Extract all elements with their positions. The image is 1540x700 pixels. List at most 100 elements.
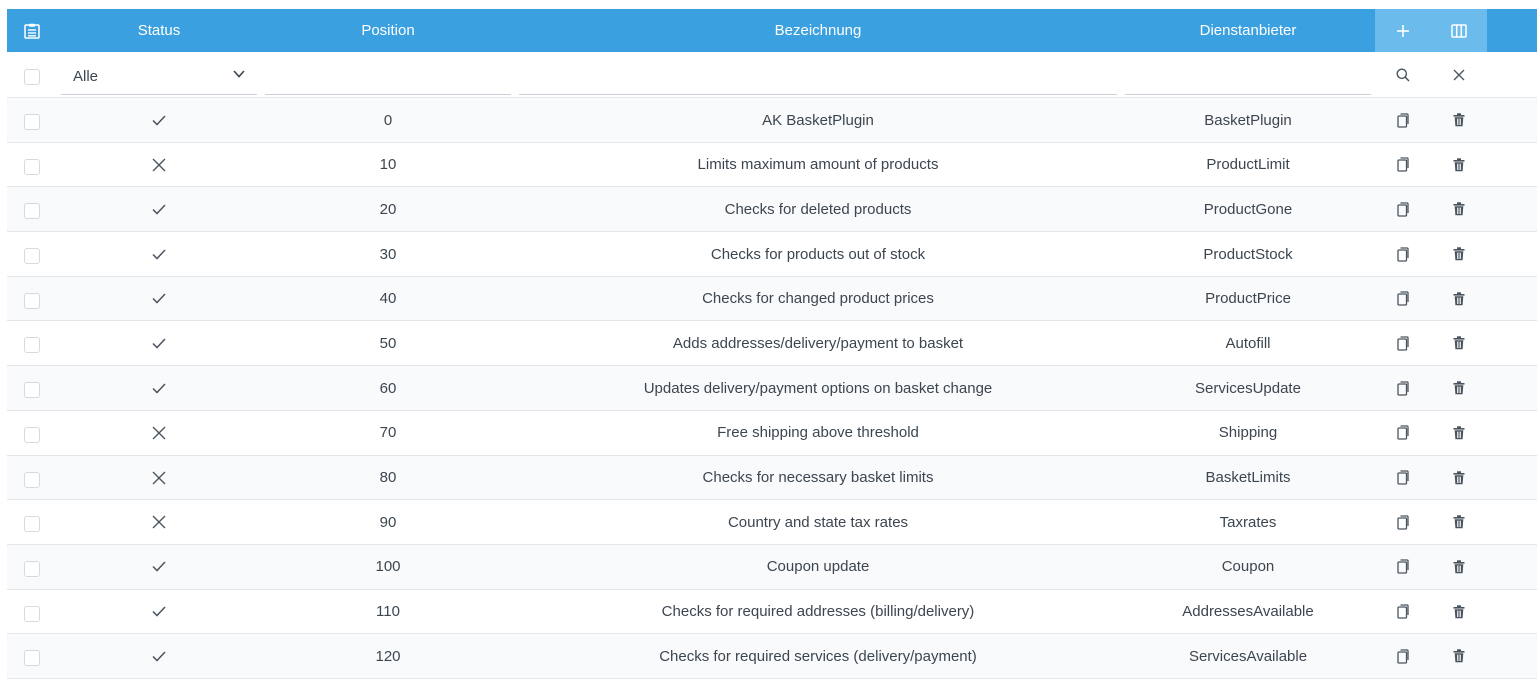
status-filter-select[interactable]: Alle bbox=[61, 59, 257, 95]
copy-icon[interactable] bbox=[1397, 157, 1409, 172]
table-row[interactable]: 120 Checks for required services (delive… bbox=[7, 634, 1537, 679]
row-checkbox[interactable] bbox=[24, 114, 40, 130]
table-row[interactable]: 70 Free shipping above threshold Shippin… bbox=[7, 411, 1537, 456]
delete-button[interactable] bbox=[1431, 187, 1487, 231]
delete-button[interactable] bbox=[1431, 321, 1487, 365]
trash-icon[interactable] bbox=[1453, 157, 1465, 172]
table-row[interactable]: 80 Checks for necessary basket limits Ba… bbox=[7, 455, 1537, 501]
row-checkbox[interactable] bbox=[24, 292, 40, 309]
table-row[interactable]: 50 Adds addresses/delivery/payment to ba… bbox=[7, 321, 1537, 367]
delete-button[interactable] bbox=[1431, 634, 1487, 678]
search-button[interactable] bbox=[1375, 52, 1431, 97]
trash-icon[interactable] bbox=[1453, 381, 1465, 395]
delete-button[interactable] bbox=[1431, 366, 1487, 410]
copy-icon[interactable] bbox=[1397, 515, 1409, 530]
status-cell[interactable] bbox=[57, 634, 261, 678]
column-header-position[interactable]: Position bbox=[261, 9, 515, 52]
status-cell[interactable] bbox=[57, 277, 261, 321]
copy-button[interactable] bbox=[1375, 321, 1431, 365]
copy-button[interactable] bbox=[1375, 545, 1431, 589]
row-checkbox[interactable] bbox=[24, 158, 40, 175]
trash-icon[interactable] bbox=[1453, 336, 1465, 350]
column-header-bezeichnung[interactable]: Bezeichnung bbox=[515, 9, 1121, 52]
row-checkbox[interactable] bbox=[24, 248, 40, 265]
row-checkbox[interactable] bbox=[24, 605, 40, 622]
copy-button[interactable] bbox=[1375, 500, 1431, 544]
delete-button[interactable] bbox=[1431, 545, 1487, 589]
status-cell[interactable] bbox=[57, 232, 261, 276]
chevron-down-icon[interactable] bbox=[233, 69, 245, 78]
trash-icon[interactable] bbox=[1453, 247, 1465, 261]
copy-button[interactable] bbox=[1375, 411, 1431, 455]
status-cell[interactable] bbox=[57, 143, 261, 187]
copy-icon[interactable] bbox=[1397, 559, 1409, 575]
copy-button[interactable] bbox=[1375, 456, 1431, 500]
copy-button[interactable] bbox=[1375, 366, 1431, 410]
row-checkbox[interactable] bbox=[24, 650, 40, 667]
copy-button[interactable] bbox=[1375, 590, 1431, 634]
clipboard-list-icon[interactable] bbox=[23, 23, 41, 39]
bezeichnung-filter-input[interactable] bbox=[519, 58, 1117, 95]
position-filter-input[interactable] bbox=[265, 58, 511, 95]
filter-select-all[interactable] bbox=[7, 52, 57, 97]
status-cell[interactable] bbox=[57, 456, 261, 500]
copy-button[interactable] bbox=[1375, 98, 1431, 142]
copy-button[interactable] bbox=[1375, 143, 1431, 187]
row-checkbox[interactable] bbox=[24, 516, 40, 533]
delete-button[interactable] bbox=[1431, 500, 1487, 544]
trash-icon[interactable] bbox=[1453, 515, 1465, 529]
column-header-status[interactable]: Status bbox=[57, 9, 261, 52]
table-row[interactable]: 100 Coupon update Coupon bbox=[7, 544, 1537, 590]
delete-button[interactable] bbox=[1431, 143, 1487, 187]
status-cell[interactable] bbox=[57, 366, 261, 410]
copy-icon[interactable] bbox=[1397, 291, 1409, 306]
copy-button[interactable] bbox=[1375, 187, 1431, 231]
table-row[interactable]: 110 Checks for required addresses (billi… bbox=[7, 590, 1537, 635]
copy-icon[interactable] bbox=[1397, 336, 1409, 351]
status-cell[interactable] bbox=[57, 411, 261, 455]
clear-filter-button[interactable] bbox=[1431, 52, 1487, 97]
delete-button[interactable] bbox=[1431, 277, 1487, 321]
copy-icon[interactable] bbox=[1397, 649, 1409, 664]
trash-icon[interactable] bbox=[1453, 202, 1465, 216]
copy-icon[interactable] bbox=[1397, 202, 1409, 217]
trash-icon[interactable] bbox=[1453, 604, 1465, 619]
table-row[interactable]: 20 Checks for deleted products ProductGo… bbox=[7, 187, 1537, 233]
row-checkbox[interactable] bbox=[24, 426, 40, 443]
row-checkbox[interactable] bbox=[24, 560, 40, 577]
copy-icon[interactable] bbox=[1397, 425, 1409, 440]
status-cell[interactable] bbox=[57, 545, 261, 589]
table-row[interactable]: 90 Country and state tax rates Taxrates bbox=[7, 500, 1537, 545]
status-cell[interactable] bbox=[57, 500, 261, 544]
row-checkbox[interactable] bbox=[24, 337, 40, 354]
copy-button[interactable] bbox=[1375, 232, 1431, 276]
delete-button[interactable] bbox=[1431, 98, 1487, 142]
copy-icon[interactable] bbox=[1397, 604, 1409, 619]
trash-icon[interactable] bbox=[1453, 292, 1465, 306]
status-cell[interactable] bbox=[57, 187, 261, 231]
row-checkbox[interactable] bbox=[24, 471, 40, 488]
copy-icon[interactable] bbox=[1397, 246, 1409, 262]
copy-button[interactable] bbox=[1375, 277, 1431, 321]
trash-icon[interactable] bbox=[1453, 649, 1465, 663]
trash-icon[interactable] bbox=[1453, 113, 1465, 127]
table-row[interactable]: 60 Updates delivery/payment options on b… bbox=[7, 366, 1537, 411]
columns-icon[interactable] bbox=[1451, 23, 1467, 38]
select-all-checkbox[interactable] bbox=[24, 68, 40, 85]
table-row[interactable]: 40 Checks for changed product prices Pro… bbox=[7, 276, 1537, 322]
copy-button[interactable] bbox=[1375, 634, 1431, 678]
trash-icon[interactable] bbox=[1453, 560, 1465, 574]
table-row[interactable]: 10 Limits maximum amount of products Pro… bbox=[7, 143, 1537, 188]
delete-button[interactable] bbox=[1431, 590, 1487, 634]
trash-icon[interactable] bbox=[1453, 426, 1465, 440]
select-all-header[interactable] bbox=[7, 9, 57, 52]
row-checkbox[interactable] bbox=[24, 382, 40, 399]
copy-icon[interactable] bbox=[1397, 112, 1409, 128]
column-header-dienstanbieter[interactable]: Dienstanbieter bbox=[1121, 9, 1375, 52]
columns-button[interactable] bbox=[1431, 9, 1487, 52]
delete-button[interactable] bbox=[1431, 411, 1487, 455]
plus-icon[interactable] bbox=[1396, 24, 1410, 38]
status-cell[interactable] bbox=[57, 98, 261, 142]
copy-icon[interactable] bbox=[1397, 470, 1409, 485]
add-button[interactable] bbox=[1375, 9, 1431, 52]
